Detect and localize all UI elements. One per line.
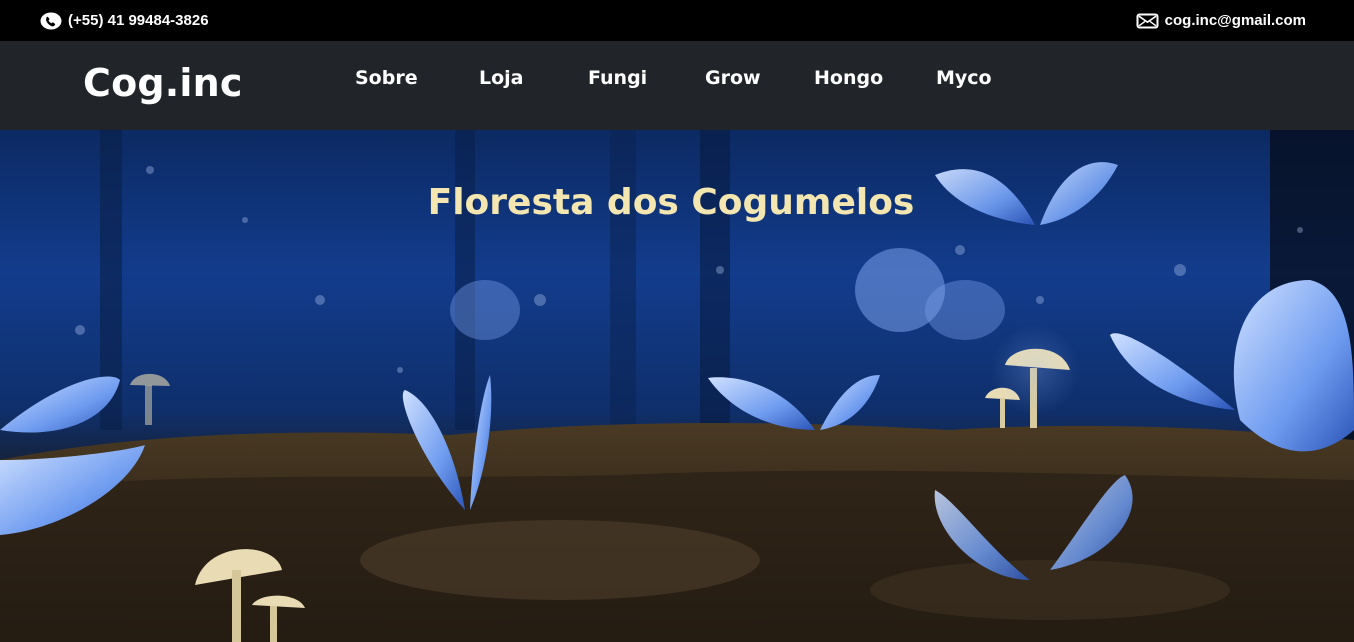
brand-logo[interactable]: Cog.inc (83, 61, 243, 105)
email-address: cog.inc@gmail.com (1164, 12, 1306, 29)
contact-bar: (+55) 41 99484-3826 cog.inc@gmail.com (0, 0, 1354, 41)
nav-item-grow[interactable]: Grow (705, 67, 761, 89)
nav-item-fungi[interactable]: Fungi (588, 67, 647, 89)
hero-title: Floresta dos Cogumelos (427, 182, 915, 223)
phone-number: (+55) 41 99484-3826 (68, 12, 209, 29)
nav-item-sobre[interactable]: Sobre (355, 67, 418, 89)
hero-banner: Floresta dos Cogumelos (0, 130, 1354, 642)
phone-icon (40, 12, 62, 30)
main-navbar: Cog.inc Sobre Loja Fungi Grow Hongo Myco (0, 41, 1354, 130)
nav-item-hongo[interactable]: Hongo (814, 67, 883, 89)
nav-item-loja[interactable]: Loja (479, 67, 524, 89)
nav-item-myco[interactable]: Myco (936, 67, 992, 89)
envelope-icon (1136, 13, 1159, 29)
phone-contact[interactable]: (+55) 41 99484-3826 (40, 12, 209, 30)
email-contact[interactable]: cog.inc@gmail.com (1136, 12, 1306, 29)
